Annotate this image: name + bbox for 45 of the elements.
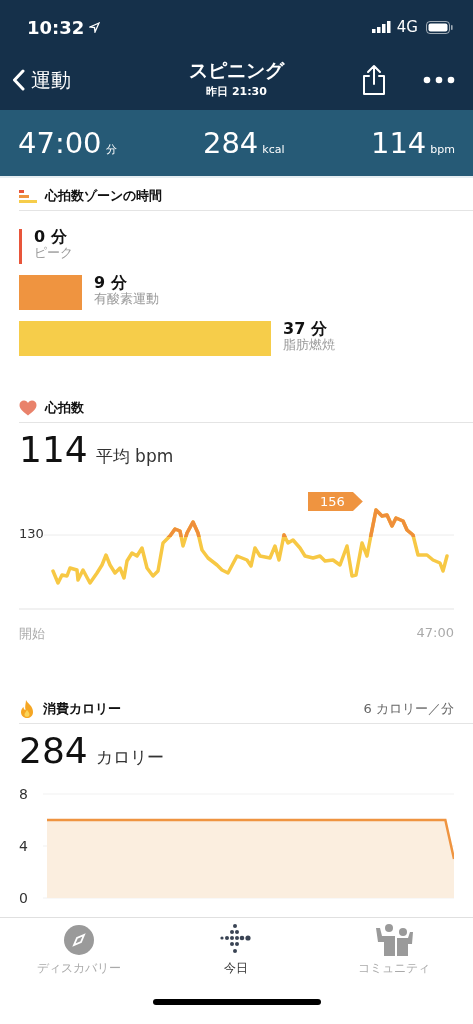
summary-unit: 分	[105, 142, 117, 157]
peak-callout: 156	[308, 492, 363, 511]
section-title: 心拍数ゾーンの時間	[45, 187, 162, 205]
zones-icon	[19, 189, 37, 203]
flame-icon	[19, 699, 35, 719]
axis-label: 開始	[19, 625, 45, 643]
compass-icon	[62, 924, 95, 956]
chevron-left-icon	[12, 69, 25, 91]
back-button[interactable]: 運動	[12, 66, 71, 94]
summary-unit: bpm	[430, 143, 455, 156]
total-calories-unit: カロリー	[95, 746, 164, 769]
zone-label: ピーク	[34, 245, 73, 260]
heart-icon	[19, 400, 37, 416]
network-label: 4G	[396, 18, 418, 36]
total-calories: 284	[19, 730, 88, 771]
workout-time: 昨日 21:30	[206, 84, 267, 99]
zone-minutes: 9 分	[94, 275, 127, 292]
summary-unit: kcal	[262, 143, 285, 156]
people-icon	[374, 924, 415, 956]
summary-value: 47:00	[18, 126, 102, 160]
more-icon[interactable]	[423, 76, 455, 84]
zone-minutes: 37 分	[283, 321, 328, 338]
axis-tick-label: 8	[19, 788, 28, 802]
zone-label: 脂肪燃焼	[283, 337, 335, 352]
tab[interactable]: 今日	[161, 924, 312, 977]
average-heart-rate: 114	[19, 429, 88, 470]
summary-value: 114	[370, 126, 427, 160]
zone-label: 有酸素運動	[94, 291, 159, 306]
signal-icon	[371, 21, 392, 33]
calorie-rate: 6 カロリー／分	[363, 700, 454, 718]
axis-label: 130	[19, 526, 44, 541]
workout-title: スピニング	[189, 58, 284, 83]
axis-tick-label: 4	[19, 838, 28, 854]
share-icon[interactable]	[361, 64, 387, 96]
location-arrow-icon	[89, 21, 101, 33]
section-title: 心拍数	[45, 399, 84, 417]
zone-minutes: 0 分	[34, 229, 68, 246]
section-title: 消費カロリー	[43, 700, 121, 718]
axis-label: 47:00	[416, 625, 454, 642]
dots-logo-icon	[220, 924, 253, 956]
average-heart-rate-unit: 平均 bpm	[95, 445, 174, 468]
battery-icon	[426, 20, 453, 34]
axis-tick-label: 0	[19, 890, 28, 906]
status-time: 10:32	[27, 16, 85, 38]
summary-value: 284	[202, 126, 259, 160]
